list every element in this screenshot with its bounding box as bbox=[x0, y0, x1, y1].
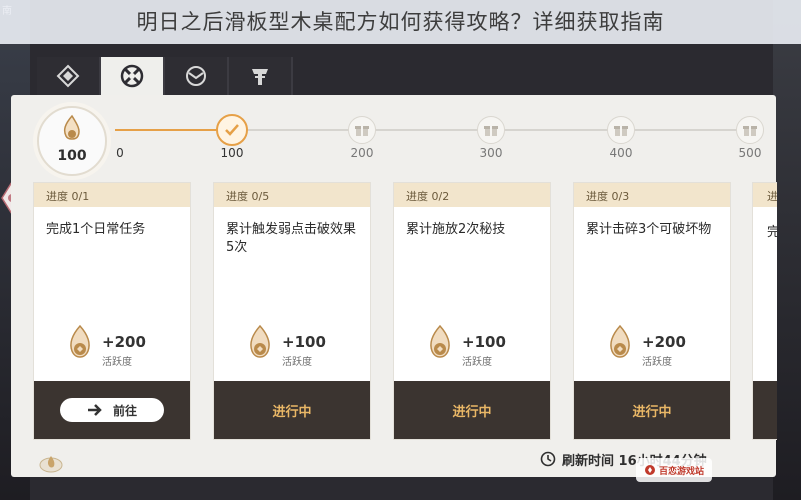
watermark-logo-icon bbox=[644, 465, 655, 475]
flame-token-icon bbox=[63, 114, 80, 140]
milestone-label: 200 bbox=[350, 146, 374, 160]
check-icon bbox=[225, 124, 239, 136]
gift-icon bbox=[484, 126, 498, 136]
right-background bbox=[773, 0, 801, 500]
status-label: 进行中 bbox=[452, 404, 492, 420]
gift-icon bbox=[355, 126, 369, 136]
milestone-node-300[interactable] bbox=[477, 116, 505, 144]
task-title: 累计施放2次秘技 bbox=[406, 222, 506, 237]
milestone-node-100[interactable] bbox=[216, 114, 248, 146]
gift-icon bbox=[743, 126, 757, 136]
task-progress: 进 bbox=[767, 190, 777, 203]
task-button-area: 前往 bbox=[34, 381, 190, 439]
task-title: 完成1个日常任务 bbox=[46, 222, 146, 237]
card-header: 进度 0/3 bbox=[574, 183, 730, 207]
reward-value: +200 bbox=[102, 333, 146, 351]
tab-daily[interactable] bbox=[101, 57, 165, 95]
in-progress-button[interactable]: 进行中 bbox=[394, 381, 550, 439]
shield-pillar-icon bbox=[252, 69, 268, 85]
clock-icon bbox=[540, 451, 556, 467]
activity-token-icon bbox=[610, 324, 630, 358]
task-card: 进度 0/3 累计击碎3个可破坏物 +200 活跃度 进行中 bbox=[573, 182, 731, 440]
task-title: 累计击碎3个可破坏物 bbox=[586, 222, 712, 237]
tab-diamond[interactable] bbox=[37, 57, 101, 95]
task-progress: 进度 0/5 bbox=[226, 190, 270, 203]
card-header: 进度 0/2 bbox=[394, 183, 550, 207]
status-label: 进行中 bbox=[272, 404, 312, 420]
go-button[interactable]: 前往 bbox=[60, 398, 164, 422]
reward-label: 活跃度 bbox=[282, 357, 312, 368]
task-progress: 进度 0/1 bbox=[46, 190, 90, 203]
milestone-label: 400 bbox=[609, 146, 633, 160]
milestone-node-500[interactable] bbox=[736, 116, 764, 144]
card-header: 进度 0/5 bbox=[214, 183, 370, 207]
task-button-area[interactable] bbox=[753, 381, 777, 439]
milestone-label: 0 bbox=[116, 146, 124, 160]
gift-icon bbox=[614, 126, 628, 136]
milestone-label: 100 bbox=[220, 146, 244, 160]
tab-target[interactable] bbox=[165, 57, 229, 95]
card-header: 进度 0/1 bbox=[34, 183, 190, 207]
task-card: 进度 0/1 完成1个日常任务 +200 活跃度 前往 bbox=[33, 182, 191, 440]
task-card-partial: 进 完 bbox=[752, 182, 777, 440]
diamond-pattern-icon bbox=[56, 64, 80, 88]
reward-label: 活跃度 bbox=[102, 357, 132, 368]
progress-fill bbox=[115, 129, 232, 131]
reward-label: 活跃度 bbox=[462, 357, 492, 368]
task-card: 进度 0/5 累计触发弱点击破效果5次 +100 活跃度 进行中 bbox=[213, 182, 371, 440]
task-progress: 进度 0/2 bbox=[406, 190, 450, 203]
page-headline: 明日之后滑板型木桌配方如何获得攻略？详细获取指南 bbox=[136, 10, 665, 34]
reward-value: +100 bbox=[462, 333, 506, 351]
activity-token-icon bbox=[250, 324, 270, 358]
status-label: 进行中 bbox=[632, 404, 672, 420]
watermark-text: 百恋游戏站 bbox=[658, 466, 704, 477]
score-value: 100 bbox=[57, 148, 87, 164]
task-title: 累计触发弱点击破效果5次 bbox=[226, 222, 357, 255]
tab-bar bbox=[37, 57, 293, 95]
task-progress: 进度 0/3 bbox=[586, 190, 630, 203]
target-wing-icon bbox=[186, 66, 206, 86]
flame-badge-icon bbox=[39, 456, 63, 473]
milestone-node-400[interactable] bbox=[607, 116, 635, 144]
card-header: 进 bbox=[753, 183, 777, 207]
milestone-label: 300 bbox=[479, 146, 503, 160]
activity-token-icon bbox=[430, 324, 450, 358]
in-progress-button[interactable]: 进行中 bbox=[574, 381, 730, 439]
reward-label: 活跃度 bbox=[642, 357, 672, 368]
activity-token-icon bbox=[70, 324, 90, 358]
in-progress-button[interactable]: 进行中 bbox=[214, 381, 370, 439]
task-card: 进度 0/2 累计施放2次秘技 +100 活跃度 进行中 bbox=[393, 182, 551, 440]
task-title: 完 bbox=[767, 221, 777, 240]
compass-cross-icon bbox=[120, 64, 144, 88]
reward-value: +100 bbox=[282, 333, 326, 351]
reward-value: +200 bbox=[642, 333, 686, 351]
milestone-node-200[interactable] bbox=[348, 116, 376, 144]
milestone-label: 500 bbox=[738, 146, 762, 160]
activity-score: 100 bbox=[37, 106, 107, 176]
arrow-right-icon bbox=[87, 404, 102, 416]
watermark: 百恋游戏站 bbox=[636, 458, 712, 482]
tab-shield[interactable] bbox=[229, 57, 293, 95]
go-button-label: 前往 bbox=[112, 403, 137, 418]
